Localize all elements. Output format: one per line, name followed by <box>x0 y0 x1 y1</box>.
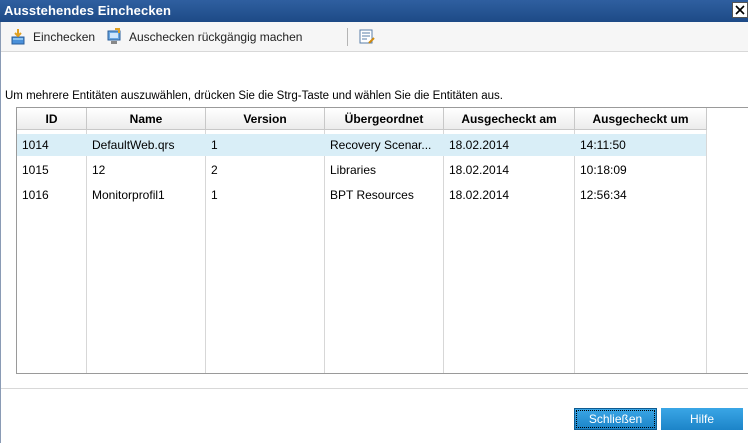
toolbar: Einchecken Auschecken rückgängig machen <box>1 22 748 52</box>
column-header-name[interactable]: Name <box>87 108 206 130</box>
column-header-checkout-date[interactable]: Ausgecheckt am <box>444 108 575 130</box>
cell-version: 2 <box>211 163 218 177</box>
undo-checkout-button[interactable]: Auschecken rückgängig machen <box>105 27 302 47</box>
column-header-id[interactable]: ID <box>17 108 87 130</box>
title-bar: Ausstehendes Einchecken <box>0 0 748 22</box>
cell-checkout-date: 18.02.2014 <box>449 138 510 152</box>
cell-parent: Recovery Scenar... <box>330 138 432 152</box>
close-button[interactable]: Schließen <box>574 408 657 430</box>
table-header: ID Name Version Übergeordnet Ausgecheckt… <box>17 108 748 130</box>
cell-version: 1 <box>211 188 218 202</box>
cell-parent: BPT Resources <box>330 188 414 202</box>
cell-name: 12 <box>92 163 106 177</box>
column-divider <box>706 108 707 373</box>
table-row[interactable]: 1015 12 2 Libraries 18.02.2014 10:18:09 <box>17 159 706 181</box>
edit-comment-icon <box>359 29 375 44</box>
cell-id: 1016 <box>22 188 49 202</box>
cell-checkout-date: 18.02.2014 <box>449 163 510 177</box>
pending-checkin-table: ID Name Version Übergeordnet Ausgecheckt… <box>16 107 748 374</box>
undo-checkout-label: Auschecken rückgängig machen <box>129 30 303 44</box>
checkin-label: Einchecken <box>33 30 96 44</box>
column-header-version[interactable]: Version <box>206 108 325 130</box>
cell-parent: Libraries <box>330 163 377 177</box>
window-title: Ausstehendes Einchecken <box>4 3 172 18</box>
cell-id: 1015 <box>22 163 49 177</box>
cell-name: DefaultWeb.qrs <box>92 138 175 152</box>
cell-checkout-time: 14:11:50 <box>580 138 626 152</box>
cell-checkout-time: 12:56:34 <box>580 188 627 202</box>
checkin-button[interactable]: Einchecken <box>9 27 95 47</box>
help-button[interactable]: Hilfe <box>661 408 743 430</box>
undo-checkout-icon <box>107 28 121 44</box>
close-window-button[interactable] <box>732 2 748 18</box>
cell-name: Monitorprofil1 <box>92 188 165 202</box>
cell-checkout-time: 10:18:09 <box>580 163 627 177</box>
footer-divider <box>1 388 748 389</box>
cell-version: 1 <box>211 138 218 152</box>
column-header-checkout-time[interactable]: Ausgecheckt um <box>575 108 707 130</box>
table-row[interactable]: 1016 Monitorprofil1 1 BPT Resources 18.0… <box>17 184 706 206</box>
checkin-icon <box>11 29 25 45</box>
close-icon <box>735 5 745 15</box>
toolbar-separator <box>347 28 348 46</box>
table-row[interactable]: 1014 DefaultWeb.qrs 1 Recovery Scenar...… <box>17 134 706 156</box>
column-header-parent[interactable]: Übergeordnet <box>325 108 444 130</box>
cell-checkout-date: 18.02.2014 <box>449 188 510 202</box>
cell-id: 1014 <box>22 138 49 152</box>
comment-button[interactable] <box>358 27 382 47</box>
selection-hint: Um mehrere Entitäten auszuwählen, drücke… <box>5 90 503 102</box>
